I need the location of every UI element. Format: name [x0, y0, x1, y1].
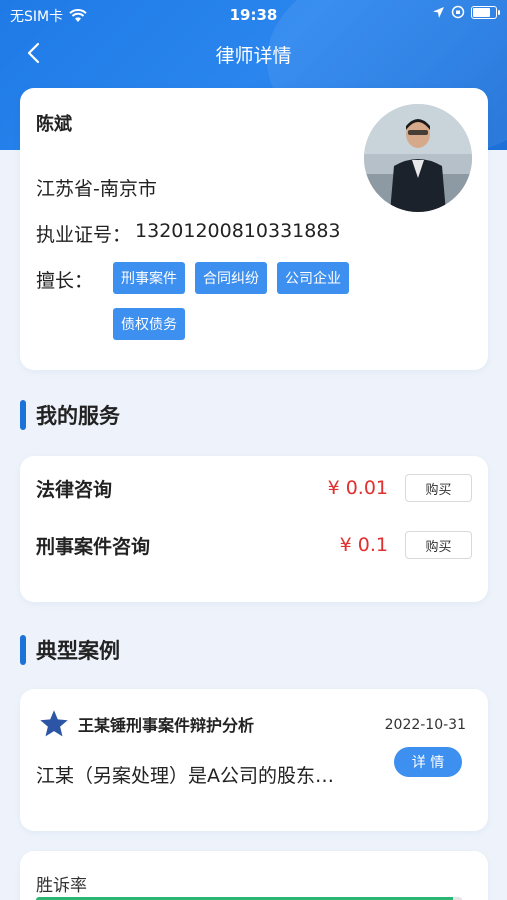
license-number: 13201200810331883 [135, 220, 341, 242]
win-rate-label: 胜诉率 [36, 876, 87, 896]
lawyer-profile-card: 陈斌 江苏省-南京市 执业证号： 13201200810331883 擅长： 刑… [20, 88, 488, 370]
specialty-tags: 刑事案件 合同纠纷 公司企业 债权债务 [113, 262, 413, 340]
services-card: 法律咨询 ¥ 0.01 购买 刑事案件咨询 ¥ 0.1 购买 [20, 456, 488, 602]
status-bar: 无SIM卡 19:38 [0, 0, 507, 30]
lawyer-avatar [364, 104, 472, 212]
specialty-tag: 公司企业 [277, 262, 349, 294]
chevron-left-icon [27, 42, 40, 64]
specialty-label: 擅长： [36, 270, 94, 292]
services-section-title: 我的服务 [36, 404, 120, 428]
location-arrow-icon [433, 6, 444, 18]
lawyer-location: 江苏省-南京市 [36, 178, 157, 200]
case-description: 江某（另案处理）是A公司的股东… [36, 765, 334, 787]
lawyer-name: 陈斌 [36, 114, 72, 135]
page-title: 律师详情 [215, 44, 292, 67]
win-rate-card: 胜诉率 [20, 851, 488, 900]
status-right [432, 5, 500, 19]
cases-section-title: 典型案例 [36, 639, 120, 663]
section-accent-bar [20, 400, 26, 430]
cases-section-header: 典型案例 [20, 635, 120, 665]
service-name: 刑事案件咨询 [36, 535, 151, 558]
case-date: 2022-10-31 [384, 717, 466, 733]
buy-button[interactable]: 购买 [405, 474, 472, 502]
case-card[interactable]: 王某锤刑事案件辩护分析 2022-10-31 江某（另案处理）是A公司的股东… … [20, 689, 488, 831]
license-row: 执业证号： 13201200810331883 [36, 220, 341, 247]
nav-bar: 律师详情 [0, 34, 507, 74]
section-accent-bar [20, 635, 26, 665]
service-price: ¥ 0.01 [327, 477, 388, 499]
license-label: 执业证号： [36, 224, 132, 246]
back-button[interactable] [18, 38, 48, 68]
buy-button[interactable]: 购买 [405, 531, 472, 559]
service-name: 法律咨询 [36, 478, 113, 501]
battery-icon [471, 5, 500, 19]
avatar-photo [364, 104, 472, 212]
status-time: 19:38 [229, 6, 278, 24]
specialty-tag: 债权债务 [113, 308, 185, 340]
case-title: 王某锤刑事案件辩护分析 [78, 716, 255, 735]
case-detail-button[interactable]: 详 情 [394, 747, 462, 777]
services-section-header: 我的服务 [20, 400, 120, 430]
service-price: ¥ 0.1 [339, 534, 388, 556]
specialty-tag: 刑事案件 [113, 262, 185, 294]
orientation-lock-icon [451, 5, 465, 19]
star-icon [40, 710, 68, 737]
specialty-tag: 合同纠纷 [195, 262, 267, 294]
service-item: 刑事案件咨询 ¥ 0.1 购买 [36, 530, 472, 560]
service-item: 法律咨询 ¥ 0.01 购买 [36, 473, 472, 503]
case-title-row: 王某锤刑事案件辩护分析 [38, 709, 254, 739]
